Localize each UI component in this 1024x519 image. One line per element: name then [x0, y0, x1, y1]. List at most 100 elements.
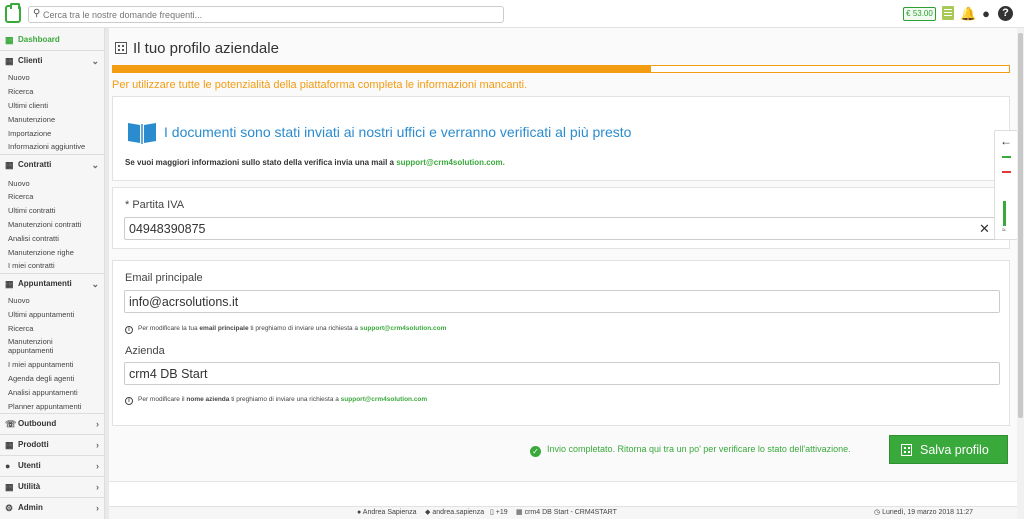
sidebar-item-contratti-ricerca[interactable]: Ricerca	[8, 192, 103, 201]
building-icon	[115, 42, 127, 54]
open-book-icon	[128, 123, 156, 144]
scrollbar-thumb[interactable]	[1018, 33, 1023, 418]
sidebar-item-importazione[interactable]: Importazione	[8, 129, 103, 138]
users-icon: ●	[5, 461, 11, 471]
status-bar: ● Andrea Sapienza ◆ andrea.sapienza ▯ +1…	[109, 506, 1017, 519]
sidebar-section-label: Utilità	[18, 482, 41, 491]
info-icon: i	[125, 326, 133, 334]
document-icon[interactable]	[942, 6, 954, 20]
sidebar-section-admin[interactable]: ⚙ Admin ›	[0, 497, 104, 517]
sidebar-item-miei-appuntamenti[interactable]: I miei appuntamenti	[8, 360, 103, 369]
chevron-right-icon: ›	[96, 503, 99, 513]
company-card: Email principale iPer modificare la tua …	[112, 260, 1010, 426]
email-note: i Per modificare la tua email principale …	[125, 325, 446, 334]
company-field[interactable]	[124, 362, 1000, 385]
footer-area	[109, 481, 1017, 508]
status-phone: ▯ +19	[490, 509, 508, 516]
chevron-down-icon: ⌄	[91, 279, 99, 289]
sidebar-section-outbound[interactable]: ☏ Outbound ›	[0, 413, 104, 433]
support-email-link[interactable]: support@crm4solution.com	[341, 396, 428, 403]
signal-bar	[1003, 201, 1006, 226]
calendar-icon: ▦	[5, 279, 14, 289]
sidebar-section-prodotti[interactable]: ▦ Prodotti ›	[0, 434, 104, 454]
sidebar-item-manutenzione-righe[interactable]: Manutenzione righe	[8, 248, 103, 257]
status-datetime-text: Lunedì, 19 marzo 2018 11:27	[882, 509, 974, 516]
user-icon[interactable]: ●	[978, 5, 994, 23]
sidebar-item-manutenzioni-contratti[interactable]: Manutenzioni contratti	[8, 220, 103, 229]
info-icon: i	[125, 397, 133, 405]
note-text: Per modificare il	[138, 396, 187, 403]
note-bold: email principale	[199, 325, 249, 332]
support-email-link[interactable]: support@crm4solution.com	[360, 325, 447, 332]
email-field[interactable]	[124, 290, 1000, 313]
help-icon[interactable]: ?	[998, 6, 1013, 21]
side-widget[interactable]: ← ≈	[994, 130, 1018, 240]
sidebar-item-clienti-ricerca[interactable]: Ricerca	[8, 87, 103, 96]
app-logo-icon[interactable]	[5, 3, 21, 23]
sidebar-item-clienti-nuovo[interactable]: Nuovo	[8, 73, 103, 82]
sidebar-section-appuntamenti[interactable]: ▦ Appuntamenti ⌄	[0, 273, 104, 293]
search-box[interactable]: ⚲	[28, 6, 504, 23]
subline-text: Se vuoi maggiori informazioni sullo stat…	[125, 158, 397, 167]
sidebar-item-informazioni-aggiuntive[interactable]: Informazioni aggiuntive	[8, 142, 103, 151]
verification-headline: I documenti sono stati inviati ai nostri…	[164, 124, 632, 140]
arrow-left-icon[interactable]: ←	[1000, 134, 1012, 148]
dashboard-icon: ▦	[5, 35, 14, 45]
sidebar-section-label: Admin	[18, 503, 43, 512]
page-scrollbar[interactable]	[1017, 28, 1024, 519]
status-db-text: crm4 DB Start - CRM4START	[524, 509, 617, 516]
bell-icon[interactable]: 🔔	[960, 5, 976, 23]
sidebar: ▦ Dashboard ▦ Clienti ⌄ Nuovo Ricerca Ul…	[0, 28, 105, 519]
status-user: ● Andrea Sapienza	[357, 509, 417, 516]
sidebar-item-agenda-agenti[interactable]: Agenda degli agenti	[8, 374, 103, 383]
sidebar-section-label: Contratti	[18, 160, 52, 169]
sidebar-section-utenti[interactable]: ● Utenti ›	[0, 455, 104, 475]
note-text: ti preghiamo di inviare una richiesta a	[229, 396, 341, 403]
success-text: Invio completato. Ritorna qui tra un po'…	[547, 444, 851, 454]
sidebar-section-label: Prodotti	[18, 440, 49, 449]
note-text: Per modificare la tua	[138, 325, 200, 332]
sidebar-section-utilita[interactable]: ▦ Utilità ›	[0, 476, 104, 496]
sidebar-item-label: Dashboard	[18, 35, 60, 44]
sidebar-item-clienti-manutenzione[interactable]: Manutenzione	[8, 115, 103, 124]
sidebar-section-label: Appuntamenti	[18, 279, 72, 288]
search-icon: ⚲	[33, 8, 41, 19]
status-username-text: andrea.sapienza	[432, 509, 485, 516]
sidebar-item-contratti-nuovo[interactable]: Nuovo	[8, 179, 103, 188]
sidebar-item-analisi-appuntamenti[interactable]: Analisi appuntamenti	[8, 388, 103, 397]
sidebar-item-manutenzioni-appuntamenti[interactable]: Manutenzioni appuntamenti	[8, 337, 68, 355]
save-button-label: Salva profilo	[920, 442, 989, 457]
clients-icon: ▦	[5, 56, 14, 66]
sidebar-item-dashboard[interactable]: ▦ Dashboard	[0, 30, 104, 50]
save-profile-button[interactable]: Salva profilo	[889, 435, 1008, 464]
sidebar-item-planner-appuntamenti[interactable]: Planner appuntamenti	[8, 402, 103, 411]
note-bold: nome azienda	[186, 396, 230, 403]
sidebar-section-clienti[interactable]: ▦ Clienti ⌄	[0, 50, 104, 70]
main-content: Il tuo profilo aziendale Per utilizzare …	[109, 28, 1017, 519]
sidebar-item-analisi-contratti[interactable]: Analisi contratti	[8, 234, 103, 243]
verification-card: I documenti sono stati inviati ai nostri…	[112, 96, 1010, 181]
note-text: ti preghiamo di inviare una richiesta a	[248, 325, 360, 332]
sidebar-item-appuntamenti-ricerca[interactable]: Ricerca	[8, 324, 103, 333]
red-indicator	[1002, 171, 1011, 173]
sidebar-section-contratti[interactable]: ▦ Contratti ⌄	[0, 154, 104, 174]
sidebar-item-ultimi-contratti[interactable]: Ultimi contratti	[8, 206, 103, 215]
vat-label: * Partita IVA	[125, 199, 185, 211]
email-label: Email principale	[125, 272, 203, 284]
sidebar-item-miei-contratti[interactable]: I miei contratti	[8, 261, 103, 270]
support-email-link[interactable]: support@crm4solution.com.	[396, 158, 505, 167]
company-note: i Per modificare il nome azienda ti pregh…	[125, 396, 427, 405]
clear-icon[interactable]: ✕	[979, 221, 990, 237]
sidebar-item-ultimi-appuntamenti[interactable]: Ultimi appuntamenti	[8, 310, 103, 319]
sidebar-item-appuntamenti-nuovo[interactable]: Nuovo	[8, 296, 103, 305]
vat-input[interactable]	[124, 217, 1001, 240]
tools-icon: ▦	[5, 482, 14, 492]
company-label: Azienda	[125, 345, 165, 357]
sidebar-item-ultimi-clienti[interactable]: Ultimi clienti	[8, 101, 103, 110]
page-title-text: Il tuo profilo aziendale	[133, 40, 279, 57]
contracts-icon: ▦	[5, 160, 14, 170]
sidebar-section-label: Utenti	[18, 461, 41, 470]
credit-badge[interactable]: € 53.00	[903, 7, 936, 21]
search-input[interactable]	[43, 7, 499, 22]
warning-message: Per utilizzare tutte le potenzialità del…	[112, 79, 528, 91]
